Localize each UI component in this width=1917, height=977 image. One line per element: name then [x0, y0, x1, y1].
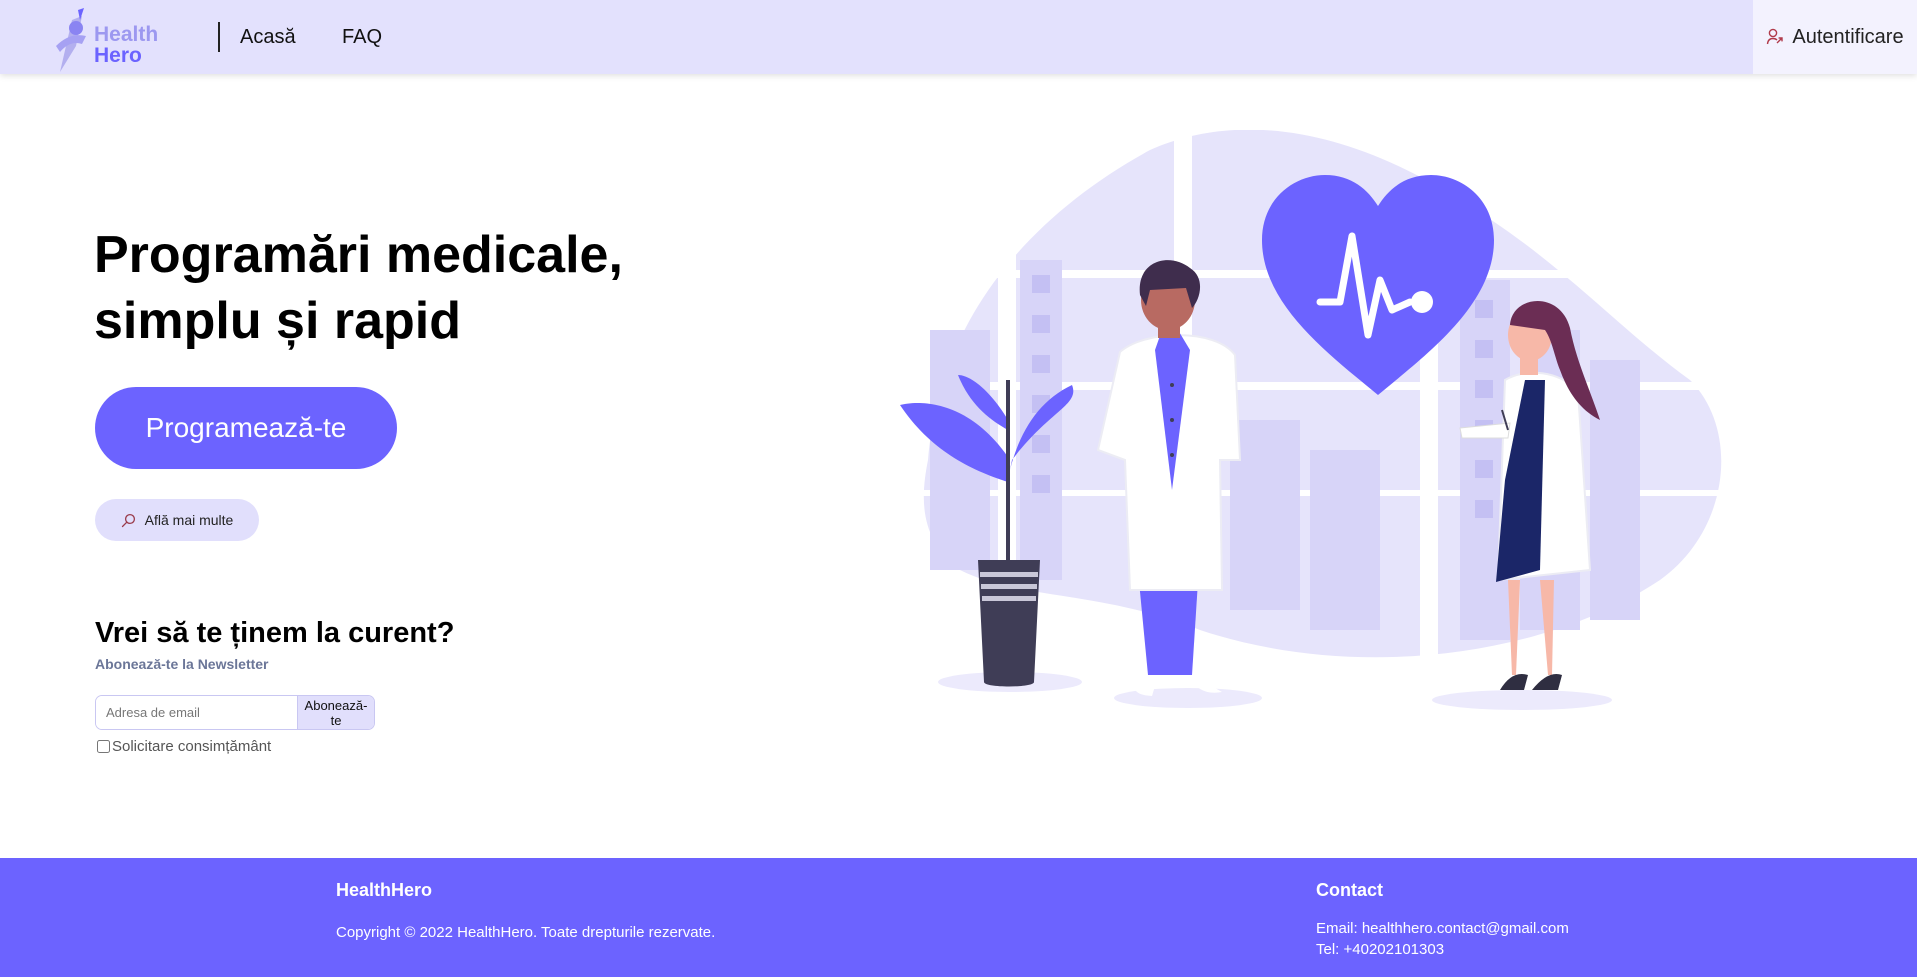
logo-text-line2: Hero: [94, 44, 142, 67]
hero-title-line2: simplu și rapid: [94, 292, 461, 350]
search-icon: [121, 513, 135, 527]
footer-phone[interactable]: Tel: +40202101303: [1316, 941, 1444, 958]
logo-text-line1: Health: [94, 23, 159, 46]
learn-more-label: Află mai multe: [144, 512, 234, 528]
newsletter-form: Abonează-te: [95, 695, 375, 730]
login-button[interactable]: Autentificare: [1753, 0, 1917, 74]
hero-figure-logo-icon: [56, 8, 86, 72]
newsletter-title: Vrei să te ținem la curent?: [95, 617, 455, 649]
user-icon: [1767, 28, 1784, 45]
footer-contact-title: Contact: [1316, 880, 1383, 900]
consent-option[interactable]: Solicitare consimțământ: [97, 738, 271, 755]
nav-divider: [218, 22, 220, 52]
newsletter-subtitle: Abonează-te la Newsletter: [95, 656, 269, 672]
book-appointment-button[interactable]: Programează-te: [95, 387, 397, 469]
footer-email[interactable]: Email: healthhero.contact@gmail.com: [1316, 920, 1569, 937]
footer: HealthHero Copyright © 2022 HealthHero. …: [0, 858, 1917, 977]
nav-link-home[interactable]: Acasă: [240, 26, 296, 49]
hero-title: Programări medicale, simplu și rapid: [94, 222, 694, 354]
login-label: Autentificare: [1792, 25, 1904, 48]
doctors-illustration: [900, 130, 1730, 710]
footer-copyright: Copyright © 2022 HealthHero. Toate drept…: [336, 924, 716, 941]
email-input[interactable]: [96, 696, 297, 729]
health-hero-logo[interactable]: Health Hero: [52, 6, 164, 76]
footer-brand: HealthHero: [336, 880, 433, 900]
logo-text: Health Hero: [94, 24, 158, 66]
subscribe-button[interactable]: Abonează-te: [297, 696, 374, 729]
consent-checkbox[interactable]: [97, 740, 110, 753]
navbar: Health Hero Acasă FAQ Autentificare: [0, 0, 1917, 74]
consent-label: Solicitare consimțământ: [112, 738, 272, 755]
learn-more-button[interactable]: Află mai multe: [95, 499, 259, 541]
hero-title-line1: Programări medicale,: [94, 226, 623, 284]
nav-link-faq[interactable]: FAQ: [342, 26, 382, 49]
